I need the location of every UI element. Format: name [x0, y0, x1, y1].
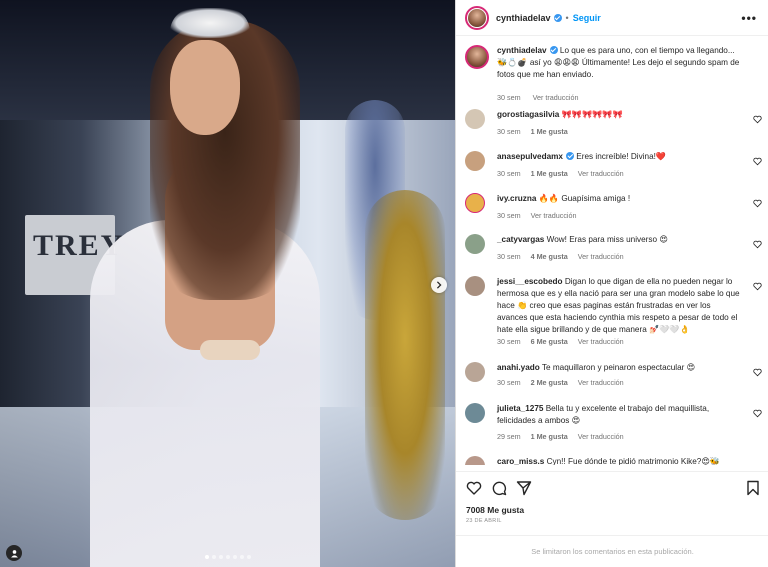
- translate-link[interactable]: Ver traducción: [533, 93, 579, 102]
- carousel-dot: [233, 555, 237, 559]
- avatar[interactable]: [465, 5, 489, 30]
- comment-username[interactable]: anasepulvedamx: [497, 152, 563, 161]
- comment-likes[interactable]: 2 Me gusta: [531, 378, 568, 387]
- heart-icon[interactable]: [753, 282, 762, 291]
- comment-likes[interactable]: 6 Me gusta: [531, 337, 568, 346]
- post-image[interactable]: TREY: [0, 0, 455, 567]
- avatar[interactable]: [465, 456, 485, 465]
- translate-link[interactable]: Ver traducción: [578, 378, 624, 387]
- comment-username[interactable]: anahi.yado: [497, 363, 540, 372]
- avatar[interactable]: [465, 193, 485, 213]
- heart-icon[interactable]: [753, 240, 762, 249]
- next-image-button[interactable]: [431, 277, 447, 293]
- comment-text: Wow! Eras para miss universo 😍: [546, 235, 668, 244]
- action-bar: [456, 471, 768, 501]
- carousel-indicator: [205, 555, 251, 559]
- post-header: cynthiadelav • Seguir •••: [456, 0, 768, 36]
- caption: cynthiadelav Lo que es para uno, con el …: [465, 45, 762, 103]
- like-heart-icon[interactable]: [466, 480, 482, 496]
- comment-time[interactable]: 30 sem: [497, 169, 521, 178]
- comments-limited-notice: Se limitaron los comentarios en esta pub…: [456, 535, 768, 567]
- carousel-dot: [240, 555, 244, 559]
- avatar[interactable]: [465, 45, 489, 69]
- comment-username[interactable]: gorostiagasilvia: [497, 110, 559, 119]
- dress-bow: [200, 340, 260, 360]
- comment-text: 🎀🎀🎀🎀🎀🎀: [561, 110, 623, 119]
- heart-icon[interactable]: [753, 368, 762, 377]
- avatar[interactable]: [465, 109, 485, 129]
- comment-time[interactable]: 30 sem: [497, 378, 521, 387]
- comment-likes[interactable]: 1 Me gusta: [531, 432, 568, 441]
- avatar[interactable]: [465, 403, 485, 423]
- avatar[interactable]: [465, 151, 485, 171]
- model-face: [170, 40, 240, 135]
- more-options-icon[interactable]: •••: [741, 11, 757, 25]
- avatar[interactable]: [465, 362, 485, 382]
- comments-list[interactable]: cynthiadelav Lo que es para uno, con el …: [456, 37, 768, 465]
- comment-username[interactable]: julieta_1275: [497, 404, 543, 413]
- post-date[interactable]: 23 de abril: [466, 518, 502, 524]
- translate-link[interactable]: Ver traducción: [578, 169, 624, 178]
- comment-text: Te maquillaron y peinaron espectacular 😍: [541, 363, 696, 372]
- verified-icon: [553, 13, 562, 22]
- comment-time[interactable]: 30 sem: [497, 127, 521, 136]
- translate-link[interactable]: Ver traducción: [578, 432, 624, 441]
- translate-link[interactable]: Ver traducción: [578, 337, 624, 346]
- carousel-dot: [205, 555, 209, 559]
- comment-username[interactable]: _catyvargas: [497, 235, 544, 244]
- comment-time[interactable]: 30 sem: [497, 211, 521, 220]
- heart-icon[interactable]: [753, 199, 762, 208]
- user-icon: [10, 549, 18, 558]
- tagged-users-button[interactable]: [6, 545, 22, 561]
- header-username[interactable]: cynthiadelav: [496, 13, 551, 23]
- comment-likes[interactable]: 1 Me gusta: [531, 169, 568, 178]
- comment-time[interactable]: 30 sem: [497, 252, 521, 261]
- likes-count[interactable]: 7008 Me gusta: [466, 505, 524, 515]
- verified-icon: [566, 152, 574, 160]
- carousel-dot: [219, 555, 223, 559]
- comment-text: Eres increíble! Divina!❤️: [576, 152, 667, 161]
- translate-link[interactable]: Ver traducción: [531, 211, 577, 220]
- caption-time[interactable]: 30 sem: [497, 93, 521, 102]
- avatar[interactable]: [465, 234, 485, 254]
- comment-icon[interactable]: [491, 480, 507, 496]
- carousel-dot: [226, 555, 230, 559]
- follow-button[interactable]: Seguir: [573, 13, 601, 23]
- save-bookmark-icon[interactable]: [745, 480, 761, 496]
- caption-username[interactable]: cynthiadelav: [497, 46, 547, 55]
- heart-icon[interactable]: [753, 115, 762, 124]
- carousel-dot: [212, 555, 216, 559]
- translate-link[interactable]: Ver traducción: [578, 252, 624, 261]
- comment-likes[interactable]: 4 Me gusta: [531, 252, 568, 261]
- carousel-dot: [247, 555, 251, 559]
- heart-icon[interactable]: [753, 409, 762, 418]
- comment-text: Cyn!! Fue dónde te pidió matrimonio Kike…: [546, 457, 721, 465]
- comment-username[interactable]: ivy.cruzna: [497, 194, 536, 203]
- comment-text: 🔥🔥 Guapísima amiga !: [538, 194, 631, 203]
- separator-dot: •: [565, 12, 569, 23]
- share-icon[interactable]: [516, 480, 532, 496]
- avatar[interactable]: [465, 276, 485, 296]
- chevron-right-icon: [436, 281, 442, 289]
- heart-icon[interactable]: [753, 157, 762, 166]
- tiara: [170, 8, 250, 38]
- gold-dress-model: [365, 190, 445, 520]
- comment-time[interactable]: 30 sem: [497, 337, 521, 346]
- comment-time[interactable]: 29 sem: [497, 432, 521, 441]
- comment-likes[interactable]: 1 Me gusta: [531, 127, 568, 136]
- verified-icon: [549, 46, 558, 54]
- post-side-panel: cynthiadelav • Seguir ••• cynthiadelav L…: [455, 0, 768, 567]
- comment-username[interactable]: caro_miss.s: [497, 457, 544, 465]
- comment-username[interactable]: jessi__escobedo: [497, 277, 563, 286]
